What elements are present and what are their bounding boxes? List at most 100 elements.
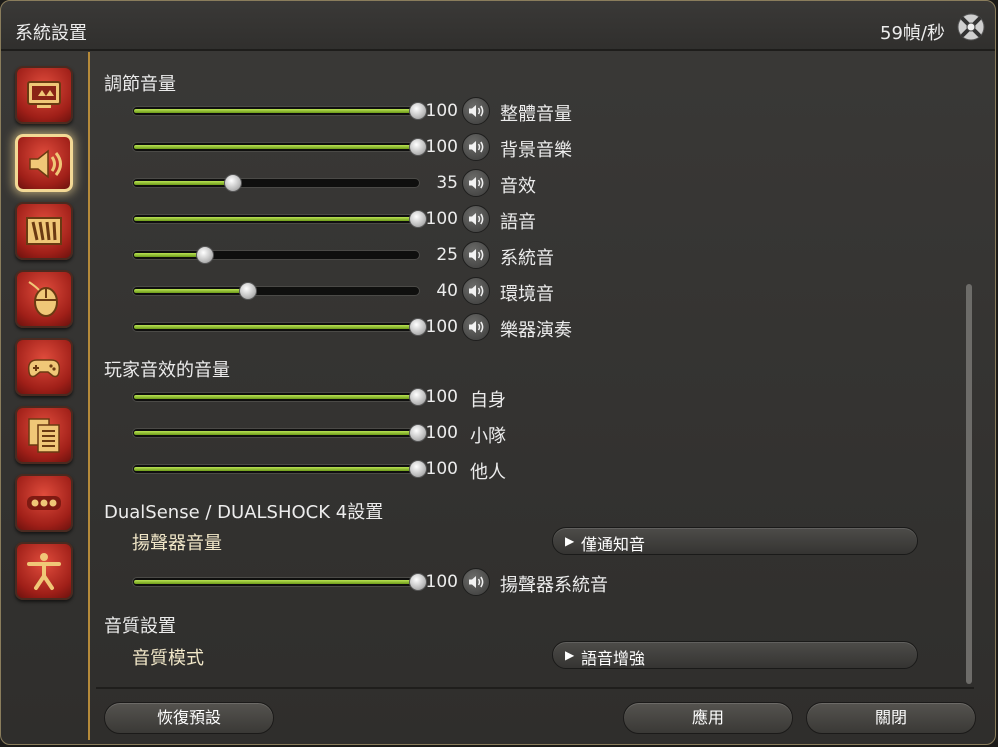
- volume-slider[interactable]: [132, 318, 427, 336]
- quality-mode-value: 語音增強: [581, 649, 646, 668]
- speaker-mute-icon: [469, 321, 484, 333]
- close-button[interactable]: 關閉: [806, 702, 976, 734]
- close-icon[interactable]: [955, 11, 987, 43]
- title-bar: 系統設置 59幀/秒: [1, 1, 995, 51]
- quality-mode-label: 音質模式: [132, 648, 204, 669]
- mute-toggle-button[interactable]: [462, 241, 490, 269]
- tab-mouse[interactable]: [15, 270, 73, 328]
- settings-content: 調節音量 玩家音效的音量 DualSense / DUALSHOCK 4設置 揚…: [96, 52, 970, 687]
- content-scrollbar[interactable]: [966, 284, 972, 684]
- volume-value: 100: [425, 459, 458, 479]
- accessibility-icon: [27, 553, 61, 590]
- volume-row: 100 語音: [96, 204, 966, 234]
- volume-slider[interactable]: [132, 282, 420, 300]
- speaker-mute-icon: [469, 285, 484, 297]
- volume-label: 背景音樂: [500, 140, 572, 161]
- slider-fill: [134, 289, 247, 293]
- player-volume-row: 100 自身: [96, 382, 966, 412]
- volume-row: 40 環境音: [96, 276, 966, 306]
- mute-toggle-button[interactable]: [462, 313, 490, 341]
- volume-row: 35 音效: [96, 168, 966, 198]
- hud-bars-icon: [26, 217, 62, 245]
- volume-slider[interactable]: [132, 210, 427, 228]
- tab-documents[interactable]: [15, 406, 73, 464]
- volume-slider[interactable]: [132, 460, 427, 478]
- volume-slider[interactable]: [132, 424, 427, 442]
- volume-value: 100: [425, 423, 458, 443]
- reset-defaults-button[interactable]: 恢復預設: [104, 702, 274, 734]
- volume-slider[interactable]: [132, 573, 427, 591]
- speaker-volume-dropdown[interactable]: ▶ 僅通知音: [552, 527, 918, 555]
- more-options-icon: [27, 496, 61, 510]
- slider-thumb[interactable]: [196, 246, 214, 264]
- dropdown-arrow-icon: ▶: [565, 534, 575, 548]
- slider-fill: [134, 431, 418, 435]
- tab-gamepad[interactable]: [15, 338, 73, 396]
- section-title-controller: DualSense / DUALSHOCK 4設置: [104, 502, 384, 523]
- dropdown-arrow-icon: ▶: [565, 648, 575, 662]
- speaker-system-row: 100 揚聲器系統音: [96, 567, 966, 597]
- volume-value: 100: [425, 101, 458, 121]
- volume-label: 環境音: [500, 284, 554, 305]
- volume-row: 100 背景音樂: [96, 132, 966, 162]
- mute-toggle-button[interactable]: [462, 97, 490, 125]
- volume-label: 自身: [470, 390, 506, 411]
- speaker-mute-icon: [469, 213, 484, 225]
- volume-value: 25: [436, 245, 458, 265]
- volume-value: 100: [425, 387, 458, 407]
- volume-row: 100 樂器演奏: [96, 312, 966, 342]
- volume-slider[interactable]: [132, 174, 420, 192]
- footer-divider: [96, 687, 974, 689]
- speaker-mute-icon: [469, 177, 484, 189]
- volume-label: 整體音量: [500, 104, 572, 125]
- volume-slider[interactable]: [132, 246, 420, 264]
- tab-hud[interactable]: [15, 202, 73, 260]
- volume-row: 100 整體音量: [96, 96, 966, 126]
- volume-slider[interactable]: [132, 388, 427, 406]
- mute-toggle-button[interactable]: [462, 568, 490, 596]
- volume-value: 100: [425, 317, 458, 337]
- title-divider: [1, 49, 995, 51]
- volume-value: 100: [425, 572, 458, 592]
- speaker-mute-icon: [469, 105, 484, 117]
- slider-thumb[interactable]: [238, 282, 257, 300]
- volume-value: 100: [425, 209, 458, 229]
- mute-toggle-button[interactable]: [462, 133, 490, 161]
- mouse-icon: [28, 281, 58, 317]
- display-settings-icon: [27, 81, 61, 108]
- mute-toggle-button[interactable]: [462, 169, 490, 197]
- slider-fill: [134, 395, 418, 399]
- quality-mode-dropdown[interactable]: ▶ 語音增強: [552, 641, 918, 669]
- mute-toggle-button[interactable]: [462, 277, 490, 305]
- gamepad-icon: [27, 359, 61, 378]
- tab-display[interactable]: [15, 66, 73, 124]
- slider-fill: [134, 580, 418, 584]
- tab-other[interactable]: [15, 474, 73, 532]
- window-title: 系統設置: [15, 23, 87, 44]
- slider-fill: [134, 181, 233, 185]
- slider-fill: [134, 253, 204, 257]
- slider-fill: [134, 467, 418, 471]
- volume-label: 他人: [470, 462, 506, 483]
- volume-slider[interactable]: [132, 138, 427, 156]
- category-sidebar: [6, 52, 88, 742]
- slider-thumb[interactable]: [224, 174, 243, 192]
- volume-label: 音效: [500, 176, 536, 197]
- fps-counter: 59幀/秒: [880, 23, 945, 44]
- tab-sound[interactable]: [15, 134, 73, 192]
- section-title-player: 玩家音效的音量: [104, 360, 230, 381]
- apply-button[interactable]: 應用: [623, 702, 793, 734]
- volume-label: 語音: [500, 212, 536, 233]
- speaker-mute-icon: [469, 249, 484, 261]
- volume-label: 樂器演奏: [500, 320, 572, 341]
- tab-accessibility[interactable]: [15, 542, 73, 600]
- slider-fill: [134, 325, 418, 329]
- volume-label: 小隊: [470, 426, 506, 447]
- speaker-volume-label: 揚聲器音量: [132, 533, 222, 554]
- volume-label: 系統音: [500, 248, 554, 269]
- volume-slider[interactable]: [132, 102, 427, 120]
- speaker-volume-value: 僅通知音: [581, 535, 646, 554]
- section-title-volume: 調節音量: [104, 74, 176, 95]
- mute-toggle-button[interactable]: [462, 205, 490, 233]
- section-title-quality: 音質設置: [104, 616, 176, 637]
